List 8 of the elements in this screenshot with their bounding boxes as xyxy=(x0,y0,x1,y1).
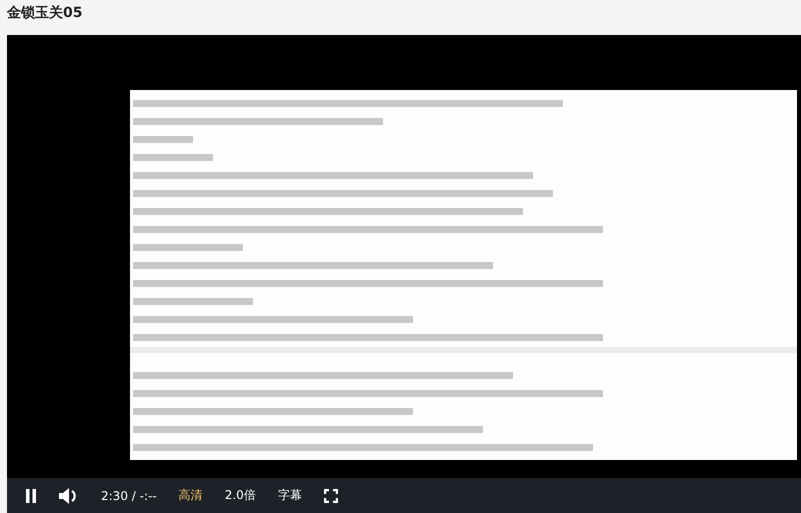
volume-icon[interactable] xyxy=(59,488,79,504)
quality-button[interactable]: 高清 xyxy=(178,487,203,504)
video-title: 金锁玉关05 xyxy=(6,4,84,23)
fullscreen-icon[interactable] xyxy=(324,488,338,502)
playback-time: 2:30 / -:-- xyxy=(101,488,157,502)
speed-button[interactable]: 2.0倍 xyxy=(224,487,256,504)
subtitle-button[interactable]: 字幕 xyxy=(278,487,302,504)
pause-icon[interactable] xyxy=(25,488,37,502)
